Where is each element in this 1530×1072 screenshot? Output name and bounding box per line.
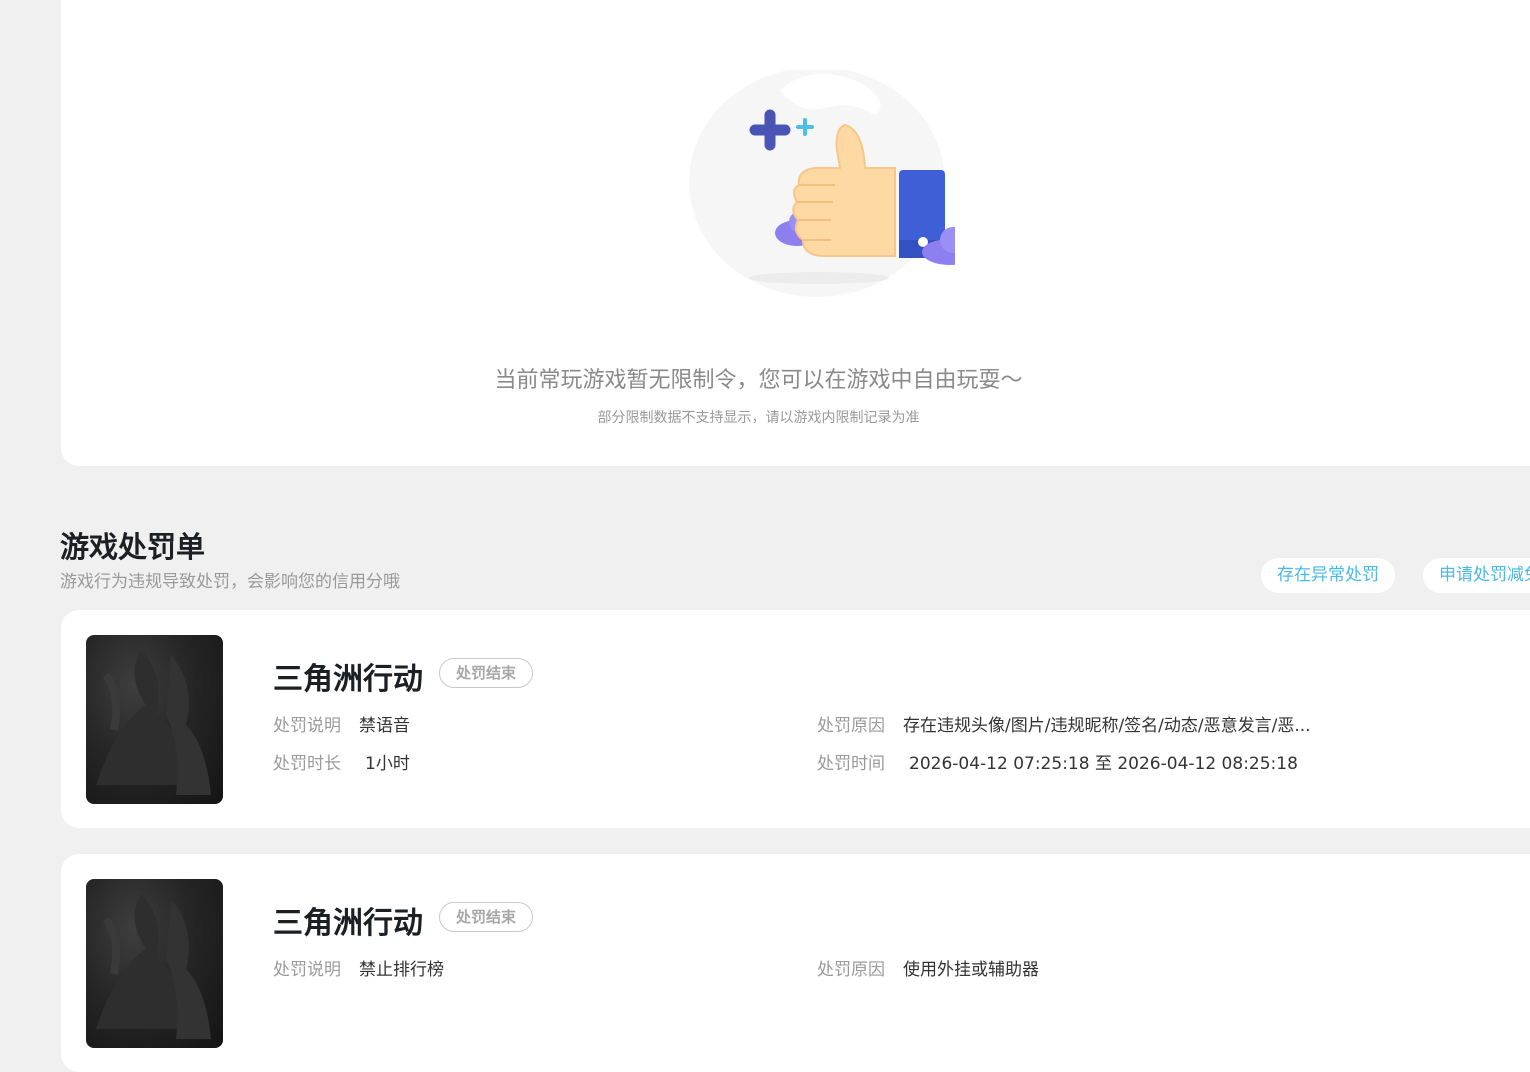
penalty-card[interactable]: 三角洲行动 处罚结束 处罚说明 禁止排行榜 处罚原因 使用外挂或辅助器 — [61, 854, 1530, 1072]
penalty-reason-row: 处罚原因 使用外挂或辅助器 — [817, 955, 1039, 980]
penalty-desc-label: 处罚说明 — [273, 960, 341, 980]
penalty-reason-row: 处罚原因 存在违规头像/图片/违规昵称/签名/动态/恶意发言/恶... — [817, 711, 1311, 736]
game-thumbnail — [86, 635, 223, 804]
game-thumbnail — [86, 879, 223, 1048]
penalty-reason-label: 处罚原因 — [817, 960, 885, 980]
thumbs-up-illustration-icon — [689, 70, 955, 297]
game-art-icon — [96, 894, 211, 1039]
penalty-desc-row: 处罚说明 禁语音 — [273, 711, 410, 736]
penalty-duration-value: 1小时 — [365, 754, 410, 774]
status-badge: 处罚结束 — [439, 658, 534, 688]
penalty-time-value: 2026-04-12 07:25:18 至 2026-04-12 08:25:1… — [909, 754, 1298, 774]
game-art-icon — [96, 650, 211, 795]
penalty-desc-value: 禁止排行榜 — [359, 960, 444, 980]
penalty-desc-label: 处罚说明 — [273, 716, 341, 736]
section-subtitle: 游戏行为违规导致处罚，会影响您的信用分哦 — [60, 572, 400, 592]
empty-state-note: 部分限制数据不支持显示，请以游戏内限制记录为准 — [597, 410, 920, 426]
apply-reduction-button[interactable]: 申请处罚减免 — [1423, 558, 1530, 593]
section-title: 游戏处罚单 — [60, 530, 206, 564]
abnormal-penalty-button[interactable]: 存在异常处罚 — [1261, 558, 1395, 593]
penalty-time-label: 处罚时间 — [817, 754, 885, 774]
penalty-desc-value: 禁语音 — [359, 716, 410, 736]
empty-state-card — [61, 0, 1530, 466]
empty-state-message: 当前常玩游戏暂无限制令，您可以在游戏中自由玩耍～ — [494, 368, 1023, 393]
penalty-time-row: 处罚时间 2026-04-12 07:25:18 至 2026-04-12 08:… — [817, 749, 1298, 774]
penalty-reason-value: 存在违规头像/图片/违规昵称/签名/动态/恶意发言/恶... — [903, 716, 1311, 736]
penalty-duration-label: 处罚时长 — [273, 754, 341, 774]
penalty-reason-label: 处罚原因 — [817, 716, 885, 736]
penalty-card[interactable]: 三角洲行动 处罚结束 处罚说明 禁语音 处罚时长 1小时 处罚原因 存在违规头像/图片… — [61, 610, 1530, 828]
penalty-duration-row: 处罚时长 1小时 — [273, 749, 410, 774]
game-title: 三角洲行动 — [273, 906, 423, 941]
status-badge: 处罚结束 — [439, 902, 534, 932]
penalty-desc-row: 处罚说明 禁止排行榜 — [273, 955, 444, 980]
game-title: 三角洲行动 — [273, 662, 423, 697]
penalty-reason-value: 使用外挂或辅助器 — [903, 960, 1039, 980]
